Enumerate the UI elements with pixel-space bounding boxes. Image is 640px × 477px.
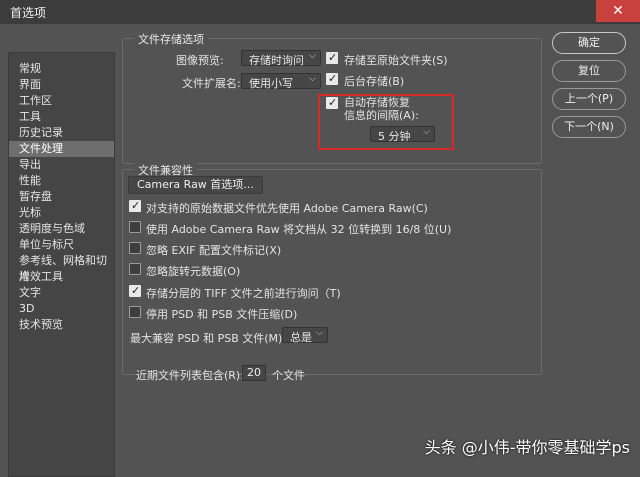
sidebar-item-tools[interactable]: 工具	[9, 109, 114, 125]
watermark: 头条 @小伟-带你零基础学ps	[424, 438, 630, 457]
save-original-folder-checkbox[interactable]: ✓	[326, 51, 338, 64]
image-preview-label: 图像预览:	[176, 54, 224, 67]
ok-button[interactable]: 确定	[552, 32, 626, 54]
check-icon: ✓	[328, 51, 338, 64]
sidebar-item-workspace[interactable]: 工作区	[9, 93, 114, 109]
background-save-label: 后台存储(B)	[344, 75, 405, 88]
sidebar-item-scratch-disks[interactable]: 暂存盘	[9, 189, 114, 205]
ignore-exif-label: 忽略 EXIF 配置文件标记(X)	[146, 244, 282, 257]
ignore-exif-checkbox[interactable]	[129, 242, 141, 254]
sidebar-item-cursors[interactable]: 光标	[9, 205, 114, 221]
prev-button[interactable]: 上一个(P)	[552, 88, 626, 110]
sidebar-item-transparency[interactable]: 透明度与色域	[9, 221, 114, 237]
check-icon: ✓	[131, 284, 141, 297]
check-icon: ✓	[131, 199, 141, 212]
extension-select[interactable]: 使用小写 ⌵	[241, 73, 321, 90]
recent-files-suffix: 个文件	[272, 369, 305, 382]
prefer-acr-label: 对支持的原始数据文件优先使用 Adobe Camera Raw(C)	[146, 202, 428, 215]
chevron-down-icon: ⌵	[423, 127, 430, 137]
close-icon[interactable]: ✕	[596, 0, 640, 22]
sidebar-item-plugins[interactable]: 增效工具	[9, 269, 114, 285]
preferences-dialog: 常规 界面 工作区 工具 历史记录 文件处理 导出 性能 暂存盘 光标 透明度与…	[0, 24, 640, 477]
category-list[interactable]: 常规 界面 工作区 工具 历史记录 文件处理 导出 性能 暂存盘 光标 透明度与…	[8, 52, 115, 477]
max-compat-label: 最大兼容 PSD 和 PSB 文件(M):	[130, 332, 287, 345]
image-preview-value: 存储时询问	[249, 54, 304, 67]
disable-compression-label: 停用 PSD 和 PSB 文件压缩(D)	[146, 308, 298, 321]
background-save-checkbox[interactable]: ✓	[326, 72, 338, 85]
image-preview-select[interactable]: 存储时询问 ⌵	[241, 50, 321, 67]
ask-tiff-checkbox[interactable]: ✓	[129, 284, 141, 297]
autosave-interval-value: 5 分钟	[378, 130, 411, 143]
chevron-down-icon: ⌵	[316, 328, 323, 338]
reset-button[interactable]: 复位	[552, 60, 626, 82]
acr-32bit-label: 使用 Adobe Camera Raw 将文档从 32 位转换到 16/8 位(…	[146, 223, 452, 236]
chevron-down-icon: ⌵	[309, 51, 316, 61]
sidebar-item-tech-preview[interactable]: 技术预览	[9, 317, 114, 333]
sidebar-item-export[interactable]: 导出	[9, 157, 114, 173]
check-icon: ✓	[328, 72, 338, 85]
window-title: 首选项	[10, 6, 47, 20]
autosave-checkbox[interactable]: ✓	[326, 96, 338, 109]
sidebar-item-interface[interactable]: 界面	[9, 77, 114, 93]
prefer-acr-checkbox[interactable]: ✓	[129, 199, 141, 212]
recent-files-label: 近期文件列表包含(R):	[136, 369, 244, 382]
title-bar: 首选项 ✕	[0, 0, 640, 24]
disable-compression-checkbox[interactable]	[129, 306, 141, 318]
sidebar-item-type[interactable]: 文字	[9, 285, 114, 301]
save-original-folder-label: 存储至原始文件夹(S)	[344, 54, 448, 67]
max-compat-value: 总是	[290, 331, 312, 344]
sidebar-item-performance[interactable]: 性能	[9, 173, 114, 189]
sidebar-item-history[interactable]: 历史记录	[9, 125, 114, 141]
next-button[interactable]: 下一个(N)	[552, 116, 626, 138]
ignore-rotation-label: 忽略旋转元数据(O)	[146, 265, 241, 278]
ask-tiff-label: 存储分层的 TIFF 文件之前进行询问（T)	[146, 287, 341, 300]
max-compat-select[interactable]: 总是 ⌵	[282, 327, 328, 344]
sidebar-item-guides[interactable]: 参考线、网格和切片	[9, 253, 114, 283]
recent-files-count-input[interactable]: 20	[242, 365, 266, 381]
file-save-group-title: 文件存储选项	[134, 31, 208, 47]
extension-label: 文件扩展名:	[182, 77, 241, 90]
sidebar-item-units[interactable]: 单位与标尺	[9, 237, 114, 253]
autosave-interval-select[interactable]: 5 分钟 ⌵	[370, 126, 435, 143]
chevron-down-icon: ⌵	[309, 74, 316, 84]
extension-value: 使用小写	[249, 77, 293, 90]
acr-32bit-checkbox[interactable]	[129, 221, 141, 233]
sidebar-item-file-handling[interactable]: 文件处理	[9, 141, 114, 157]
autosave-label-line2: 信息的间隔(A):	[344, 109, 419, 122]
sidebar-item-3d[interactable]: 3D	[9, 301, 114, 317]
check-icon: ✓	[328, 96, 338, 109]
camera-raw-prefs-button[interactable]: Camera Raw 首选项...	[128, 176, 263, 194]
ignore-rotation-checkbox[interactable]	[129, 263, 141, 275]
sidebar-item-general[interactable]: 常规	[9, 61, 114, 77]
